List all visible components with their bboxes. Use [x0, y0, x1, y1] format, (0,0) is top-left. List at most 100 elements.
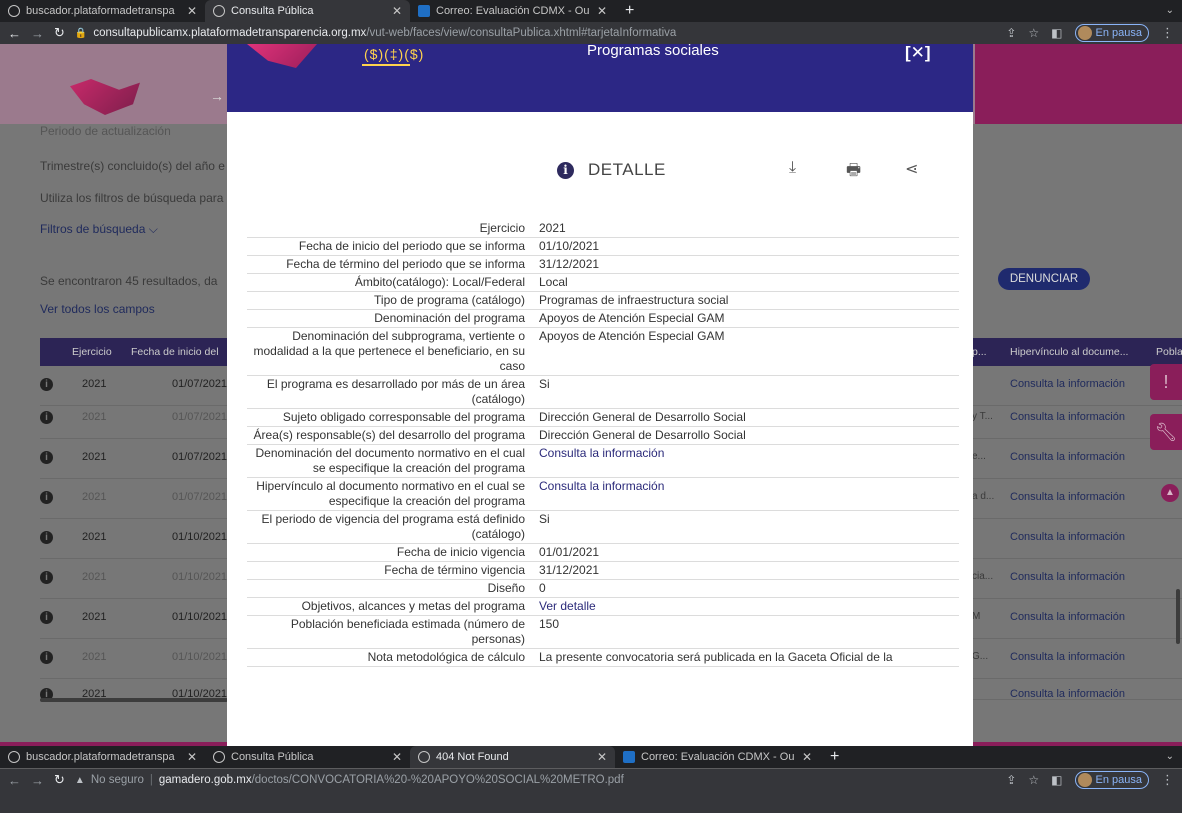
- top-tab-3[interactable]: Correo: Evaluación CDMX - Ou ✕: [410, 0, 615, 22]
- forward-icon[interactable]: →: [31, 26, 44, 41]
- bottom-tab-4[interactable]: Correo: Evaluación CDMX - Ou ✕: [615, 746, 820, 768]
- chevron-down-icon[interactable]: ⌄: [1158, 746, 1182, 768]
- periodo-label: Periodo de actualización: [40, 124, 171, 138]
- th-poblacion[interactable]: Pobla: [1156, 346, 1182, 358]
- menu-icon[interactable]: ⋮: [1161, 25, 1174, 41]
- close-icon[interactable]: ✕: [597, 4, 607, 18]
- info-icon[interactable]: i: [40, 571, 53, 584]
- row-link[interactable]: Consulta la información: [1010, 491, 1125, 503]
- horizontal-scrollbar[interactable]: [40, 698, 228, 702]
- close-icon[interactable]: ✕: [802, 750, 812, 764]
- forward-icon[interactable]: →: [31, 773, 44, 788]
- wrench-icon[interactable]: 🔧︎: [1150, 414, 1182, 450]
- info-icon[interactable]: i: [40, 451, 53, 464]
- lock-icon[interactable]: 🔒: [75, 28, 87, 39]
- top-tab-2[interactable]: Consulta Pública ✕: [205, 0, 410, 22]
- share-icon[interactable]: ⇪: [1006, 26, 1016, 40]
- new-tab-button[interactable]: +: [820, 746, 849, 768]
- modal-title: Programas sociales: [587, 44, 719, 59]
- vertical-scrollbar[interactable]: [1176, 589, 1180, 644]
- bottom-tab-2[interactable]: Consulta Pública ✕: [205, 746, 410, 768]
- close-icon[interactable]: ✕: [392, 4, 402, 18]
- row-link[interactable]: Consulta la información: [1010, 611, 1125, 623]
- th-truncated[interactable]: p...: [972, 346, 987, 358]
- scroll-up-icon[interactable]: ▲: [1161, 484, 1179, 502]
- row-link[interactable]: Consulta la información: [1010, 571, 1125, 583]
- row-truncated: G...: [972, 651, 989, 662]
- row-date: 01/10/2021: [172, 611, 228, 623]
- filtros-link[interactable]: Filtros de búsqueda ⌵: [40, 222, 158, 237]
- field-row: El programa es desarrollado por más de u…: [247, 376, 959, 409]
- menu-icon[interactable]: ⋮: [1161, 772, 1174, 788]
- security-label[interactable]: No seguro: [91, 774, 144, 786]
- reload-icon[interactable]: ↻: [54, 772, 65, 788]
- avatar: [1077, 773, 1092, 787]
- field-value: Local: [539, 275, 568, 289]
- back-icon[interactable]: ←: [8, 773, 21, 788]
- field-value: La presente convocatoria será publicada …: [539, 650, 893, 664]
- row-link[interactable]: Consulta la información: [1010, 531, 1125, 543]
- row-link[interactable]: Consulta la información: [1010, 651, 1125, 663]
- field-label: Fecha de término vigencia: [384, 563, 525, 577]
- field-value: Programas de infraestructura social: [539, 293, 729, 307]
- close-icon[interactable]: ✕: [597, 750, 607, 764]
- url-field[interactable]: 🔒 consultapublicamx.plataformadetranspar…: [75, 27, 996, 39]
- ver-detalle-link[interactable]: Ver detalle: [539, 599, 959, 614]
- share-icon[interactable]: ⇪: [1006, 773, 1016, 787]
- field-value: Dirección General de Desarrollo Social: [539, 428, 746, 442]
- download-icon[interactable]: ⤓: [789, 159, 796, 177]
- th-fecha-inicio[interactable]: Fecha de inicio del: [131, 346, 219, 358]
- reload-icon[interactable]: ↻: [54, 25, 65, 41]
- chevron-down-icon[interactable]: ⌄: [1158, 0, 1182, 22]
- share-icon[interactable]: ⋖: [905, 159, 918, 179]
- warning-icon[interactable]: ▲: [75, 775, 85, 786]
- info-icon[interactable]: i: [40, 411, 53, 424]
- row-link[interactable]: Consulta la información: [1010, 451, 1125, 463]
- field-row: Ámbito(catálogo): Local/Federal Local: [247, 274, 959, 292]
- sidepanel-icon[interactable]: ◧: [1051, 773, 1062, 787]
- profile-button[interactable]: En pausa: [1074, 24, 1149, 42]
- field-row: Tipo de programa (catálogo) Programas de …: [247, 292, 959, 310]
- bottom-tab-1[interactable]: buscador.plataformadetranspa ✕: [0, 746, 205, 768]
- field-value: 31/12/2021: [539, 257, 600, 271]
- row-link[interactable]: Consulta la información: [1010, 411, 1125, 423]
- top-tab-1[interactable]: buscador.plataformadetranspa ✕: [0, 0, 205, 22]
- close-icon[interactable]: ✕: [392, 750, 402, 764]
- info-icon[interactable]: i: [40, 531, 53, 544]
- row-link[interactable]: Consulta la información: [1010, 688, 1125, 699]
- bottom-tab-3[interactable]: 404 Not Found ✕: [410, 746, 615, 768]
- filtros-hint: Utiliza los filtros de búsqueda para: [40, 191, 224, 205]
- info-icon[interactable]: i: [40, 378, 53, 391]
- star-icon[interactable]: ☆: [1028, 26, 1039, 40]
- ver-todos-campos-link[interactable]: Ver todos los campos: [40, 302, 155, 316]
- profile-button[interactable]: En pausa: [1074, 771, 1149, 789]
- field-row: Fecha de término del periodo que se info…: [247, 256, 959, 274]
- back-icon[interactable]: ←: [8, 26, 21, 41]
- new-tab-button[interactable]: +: [615, 0, 644, 22]
- login-icon[interactable]: →: [210, 88, 224, 104]
- close-icon[interactable]: ✕: [187, 4, 197, 18]
- field-value: Apoyos de Atención Especial GAM: [539, 311, 725, 325]
- info-icon[interactable]: i: [40, 491, 53, 504]
- field-value: 31/12/2021: [539, 563, 600, 577]
- field-row: Población beneficiada estimada (número d…: [247, 616, 959, 649]
- row-link[interactable]: Consulta la información: [1010, 378, 1125, 390]
- url-field[interactable]: ▲ No seguro | gamadero.gob.mx/doctos/CON…: [75, 774, 996, 786]
- profile-label: En pausa: [1095, 774, 1142, 786]
- info-icon[interactable]: i: [40, 611, 53, 624]
- sidepanel-icon[interactable]: ◧: [1051, 26, 1062, 40]
- star-icon[interactable]: ☆: [1028, 773, 1039, 787]
- row-year: 2021: [82, 378, 107, 390]
- close-icon[interactable]: ✕: [187, 750, 197, 764]
- field-label: Población beneficiada estimada (número d…: [290, 617, 525, 646]
- consulta-link[interactable]: Consulta la información: [539, 446, 959, 476]
- denunciar-button[interactable]: DENUNCIAR: [998, 268, 1090, 290]
- th-hipervinculo[interactable]: Hipervínculo al docume...: [1010, 346, 1128, 358]
- close-modal-icon[interactable]: [✕]: [905, 44, 931, 63]
- th-ejercicio[interactable]: Ejercicio: [72, 346, 112, 358]
- alert-icon[interactable]: !: [1150, 364, 1182, 400]
- consulta-link[interactable]: Consulta la información: [539, 479, 959, 509]
- row-year: 2021: [82, 531, 107, 543]
- print-icon[interactable]: 🖶: [846, 159, 861, 186]
- info-icon[interactable]: i: [40, 651, 53, 664]
